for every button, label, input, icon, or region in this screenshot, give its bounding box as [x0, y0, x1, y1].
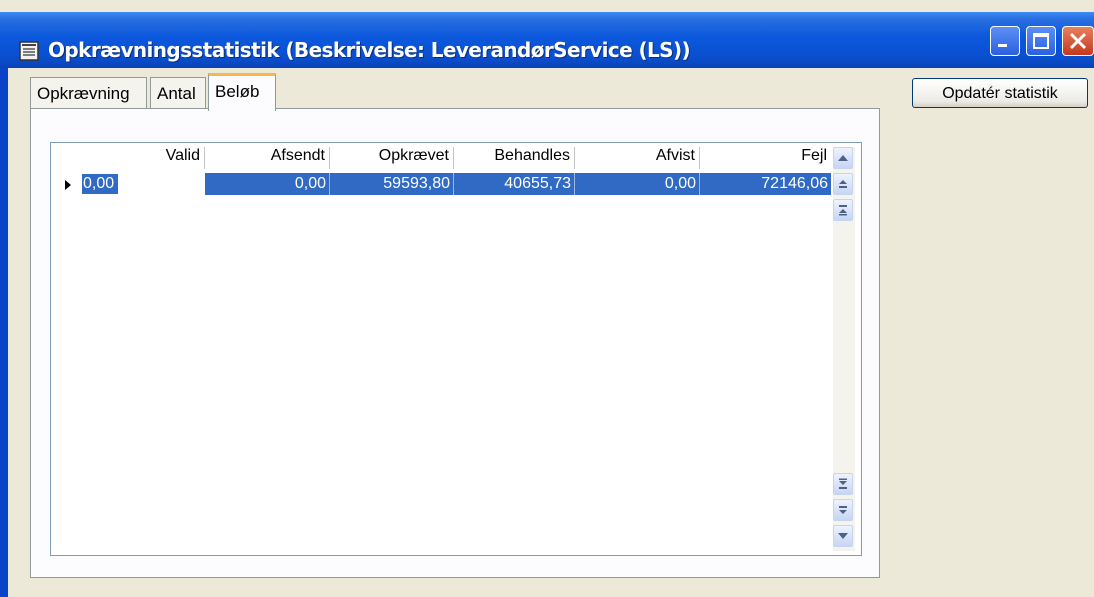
close-icon: [1069, 32, 1087, 50]
tab-label: Antal: [157, 84, 196, 103]
first-icon: [839, 205, 847, 216]
app-window: Opkrævningsstatistik (Beskrivelse: Lever…: [0, 0, 1094, 597]
arrow-up-icon: [838, 155, 848, 161]
tab-label: Opkrævning: [37, 84, 130, 103]
column-header-opkraevet[interactable]: Opkrævet: [330, 147, 454, 169]
current-row-indicator-icon: [65, 180, 71, 190]
maximize-button[interactable]: [1026, 26, 1056, 56]
window-title: Opkrævningsstatistik (Beskrivelse: Lever…: [48, 38, 691, 62]
arrow-down-icon: [838, 533, 848, 539]
scroll-down-button[interactable]: [833, 525, 853, 547]
cell-behandles[interactable]: 40655,73: [454, 173, 575, 195]
page-down-button[interactable]: [833, 499, 853, 521]
scroll-to-bottom-button[interactable]: [833, 473, 853, 495]
vertical-scrollbar[interactable]: [833, 147, 855, 551]
tab-antal[interactable]: Antal: [150, 77, 206, 108]
scroll-to-top-button[interactable]: [833, 199, 853, 221]
column-header-afvist[interactable]: Afvist: [575, 147, 700, 169]
cell-afsendt[interactable]: 0,00: [205, 173, 330, 195]
column-header-behandles[interactable]: Behandles: [454, 147, 575, 169]
update-statistics-button[interactable]: Opdatér statistik: [912, 78, 1088, 108]
column-header-afsendt[interactable]: Afsendt: [205, 147, 330, 169]
page-up-button[interactable]: [833, 173, 853, 195]
page-up-icon: [839, 180, 847, 188]
tab-beloeb[interactable]: Beløb: [208, 73, 276, 111]
cell-valid[interactable]: 0,00: [82, 174, 118, 194]
close-button[interactable]: [1062, 26, 1094, 56]
cell-fejl[interactable]: 72146,06: [700, 173, 831, 195]
tab-opkraevning[interactable]: Opkrævning: [30, 77, 147, 108]
window-frame-left: [0, 68, 8, 597]
statistics-table[interactable]: Valid Afsendt Opkrævet Behandles Afvist …: [50, 142, 862, 556]
column-header-valid[interactable]: Valid: [81, 147, 205, 169]
page-down-icon: [839, 506, 847, 514]
minimize-button[interactable]: [990, 26, 1020, 56]
last-icon: [839, 478, 847, 489]
cell-opkraevet[interactable]: 59593,80: [330, 173, 454, 195]
maximize-icon: [1033, 33, 1049, 49]
cell-afvist[interactable]: 0,00: [575, 173, 700, 195]
title-bar[interactable]: Opkrævningsstatistik (Beskrivelse: Lever…: [0, 12, 1094, 68]
form-icon: [19, 41, 39, 61]
column-header-fejl[interactable]: Fejl: [700, 147, 831, 169]
tab-label: Beløb: [215, 82, 260, 101]
minimize-icon: [998, 44, 1007, 47]
scroll-up-button[interactable]: [833, 147, 853, 169]
